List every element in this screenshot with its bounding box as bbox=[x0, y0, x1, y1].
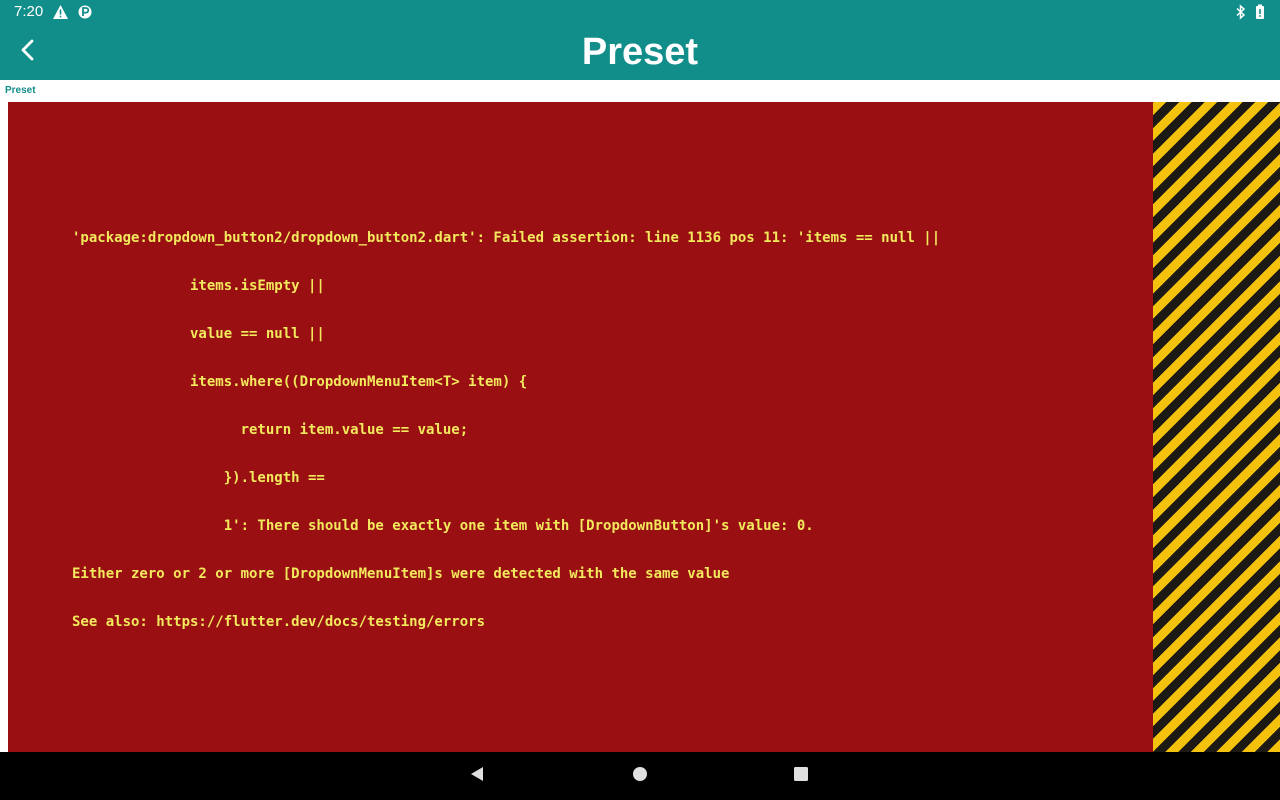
error-line: Either zero or 2 or more [DropdownMenuIt… bbox=[72, 566, 730, 582]
status-bar: 7:20 bbox=[0, 0, 1280, 24]
warning-icon bbox=[52, 4, 69, 20]
bluetooth-icon bbox=[1236, 4, 1246, 20]
error-line: See also: https://flutter.dev/docs/testi… bbox=[72, 614, 486, 630]
error-line: items.where((DropdownMenuItem<T> item) { bbox=[72, 374, 528, 390]
error-line: 'package:dropdown_button2/dropdown_butto… bbox=[72, 230, 941, 246]
page-title: Preset bbox=[581, 31, 699, 73]
home-circle-icon bbox=[632, 766, 648, 787]
breadcrumb: Preset bbox=[0, 80, 1280, 102]
error-message: 'package:dropdown_button2/dropdown_butto… bbox=[72, 198, 1142, 662]
error-panel: 'package:dropdown_button2/dropdown_butto… bbox=[8, 102, 1153, 752]
back-triangle-icon bbox=[468, 765, 486, 788]
error-line: value == null || bbox=[72, 326, 325, 342]
chevron-left-icon bbox=[18, 38, 38, 67]
error-line: }).length == bbox=[72, 470, 325, 486]
error-line: 1': There should be exactly one item wit… bbox=[72, 518, 814, 534]
app-bar: Preset bbox=[0, 24, 1280, 80]
nav-home-button[interactable] bbox=[624, 760, 656, 792]
breadcrumb-label: Preset bbox=[5, 85, 36, 96]
recents-square-icon bbox=[793, 766, 809, 787]
parking-icon bbox=[78, 4, 92, 20]
nav-back-button[interactable] bbox=[461, 760, 493, 792]
system-nav-bar bbox=[0, 752, 1280, 800]
overflow-hazard-stripes bbox=[1153, 102, 1280, 752]
battery-icon bbox=[1255, 4, 1265, 20]
nav-recents-button[interactable] bbox=[785, 760, 817, 792]
error-line: items.isEmpty || bbox=[72, 278, 325, 294]
status-time: 7:20 bbox=[14, 3, 44, 20]
back-button[interactable] bbox=[4, 28, 52, 76]
error-line: return item.value == value; bbox=[72, 422, 469, 438]
